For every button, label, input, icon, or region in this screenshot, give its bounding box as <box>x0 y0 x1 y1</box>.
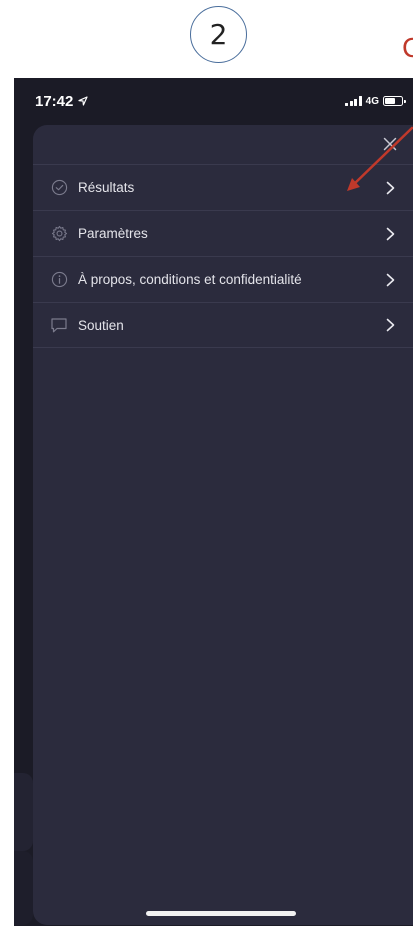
close-icon <box>383 137 397 151</box>
chevron-right-icon <box>386 181 395 195</box>
menu-item-soutien[interactable]: Soutien <box>33 302 413 348</box>
status-bar: 17:42 4G <box>14 78 413 124</box>
close-button[interactable] <box>379 133 401 155</box>
info-circle-icon <box>50 271 68 289</box>
home-indicator[interactable] <box>146 911 296 916</box>
location-arrow-icon <box>78 96 88 106</box>
menu-item-a-propos[interactable]: À propos, conditions et confidentialité <box>33 256 413 302</box>
menu-item-resultats[interactable]: Résultats <box>33 164 413 210</box>
gear-icon <box>50 225 68 243</box>
check-circle-icon <box>50 179 68 197</box>
menu-sheet: Résultats Paramètres À propos, condition… <box>33 125 413 925</box>
status-right-group: 4G <box>345 95 406 107</box>
phone-screen: 17:42 4G Résultats Paramètres À propos, … <box>14 78 413 926</box>
background-card-edge <box>14 773 33 851</box>
menu-item-parametres[interactable]: Paramètres <box>33 210 413 256</box>
annotation-letter: C <box>402 32 413 63</box>
chevron-right-icon <box>386 318 395 332</box>
step-number-badge: 2 <box>190 6 247 63</box>
chevron-right-icon <box>386 273 395 287</box>
network-type: 4G <box>365 95 379 107</box>
chevron-right-icon <box>386 227 395 241</box>
menu-item-label: À propos, conditions et confidentialité <box>78 272 302 287</box>
menu-item-label: Résultats <box>78 180 135 195</box>
signal-bars-icon <box>345 96 362 106</box>
background-card-edge <box>14 851 33 925</box>
battery-icon <box>383 96 406 106</box>
menu-item-label: Soutien <box>78 317 124 333</box>
menu-item-label: Paramètres <box>78 226 148 241</box>
settings-menu: Résultats Paramètres À propos, condition… <box>33 164 413 348</box>
chat-bubble-icon <box>50 316 68 334</box>
status-time: 17:42 <box>35 92 74 110</box>
